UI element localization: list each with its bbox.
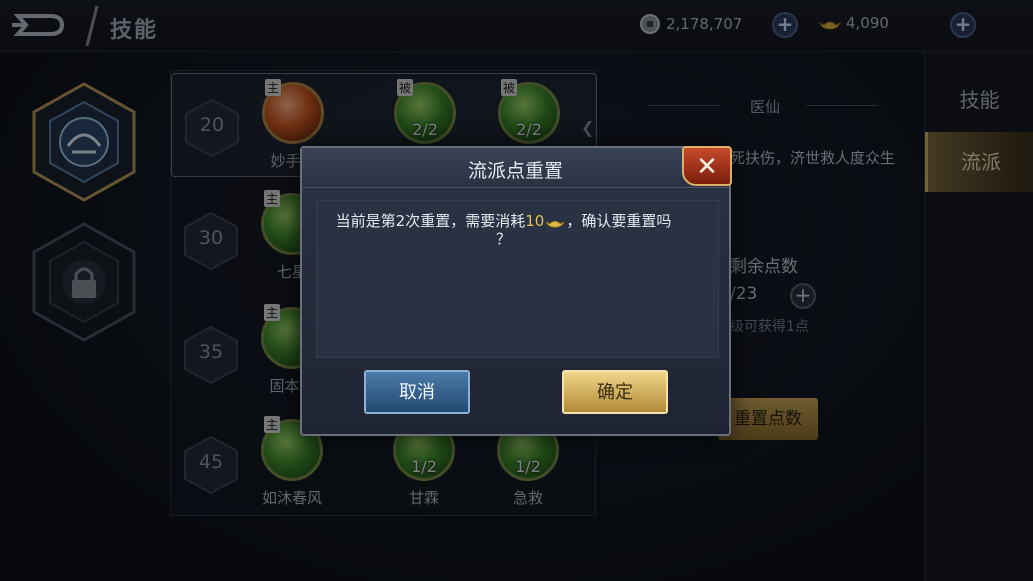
confirm-button[interactable]: 确定	[562, 370, 668, 414]
message-text-confirm: ，确认要重置吗	[566, 212, 672, 230]
close-icon: ✕	[696, 152, 718, 182]
dialog-header: 流派点重置	[302, 148, 729, 188]
cost-amount: 10	[525, 212, 545, 230]
dialog-title: 流派点重置	[467, 160, 563, 182]
cancel-button[interactable]: 取消	[364, 370, 470, 414]
reset-dialog: 流派点重置 ✕ 当前是第2次重置，需要消耗10 ，确认要重置吗 ？ 取消 确定	[300, 146, 732, 436]
dialog-message: 当前是第2次重置，需要消耗10 ，确认要重置吗 ？	[318, 212, 689, 248]
message-tail: ？	[495, 230, 511, 248]
message-text: 当前是第2次重置，需要消耗	[335, 212, 526, 230]
close-button[interactable]: ✕	[682, 146, 732, 186]
game-screen: 技能 2,178,707 + 4,090 + 20 主 妙手回 被 2/2 被 …	[0, 0, 1033, 581]
gold-ingot-icon	[545, 220, 565, 228]
